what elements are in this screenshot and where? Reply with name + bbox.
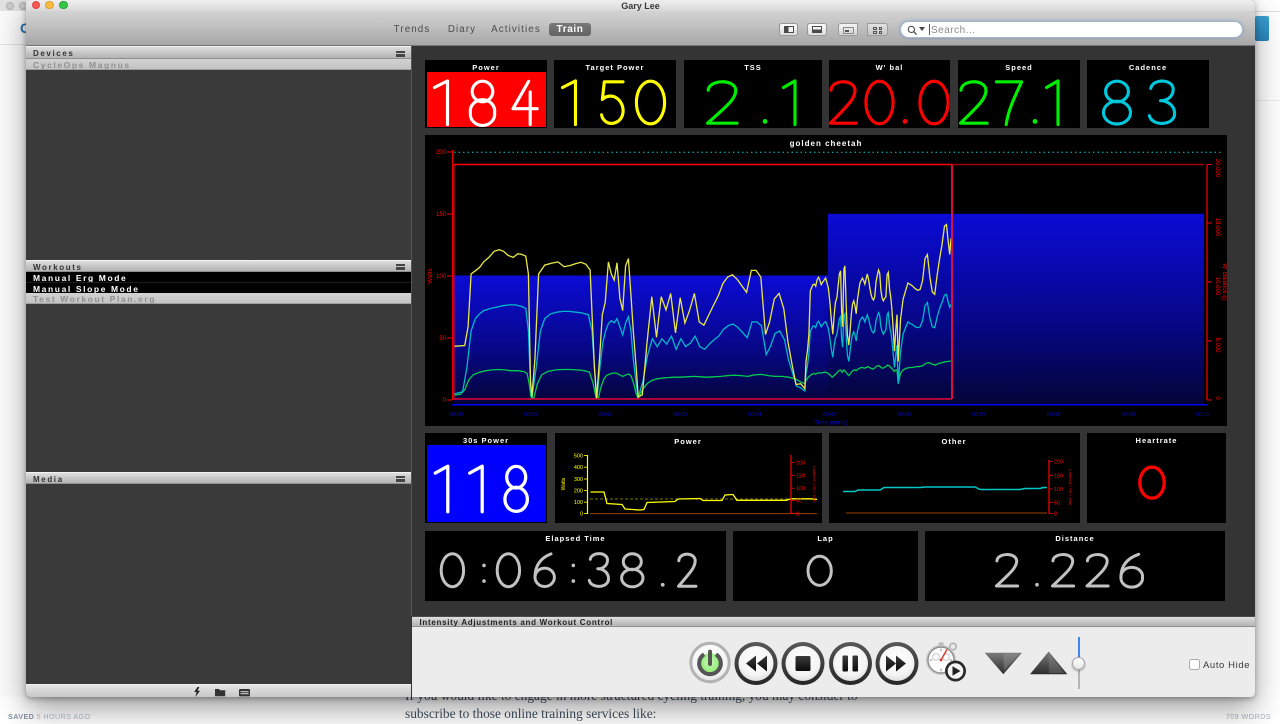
- svg-text:200: 200: [436, 150, 447, 156]
- svg-text:10,000: 10,000: [1214, 277, 1220, 296]
- svg-text:00:01: 00:01: [524, 412, 538, 418]
- svg-text:00:03: 00:03: [673, 412, 687, 418]
- svg-text:100: 100: [436, 274, 447, 280]
- svg-text:50: 50: [796, 498, 802, 504]
- svg-text:Watts: Watts: [561, 477, 567, 490]
- svg-text:00:05: 00:05: [823, 412, 837, 418]
- svg-text:200: 200: [796, 460, 805, 466]
- svg-text:50: 50: [1054, 500, 1060, 506]
- svg-text:100: 100: [573, 500, 582, 506]
- svg-text:150: 150: [436, 212, 447, 218]
- svg-text:00:02: 00:02: [599, 412, 613, 418]
- svg-text:0: 0: [796, 511, 799, 517]
- svg-text:00:04: 00:04: [748, 412, 762, 418]
- svg-text:300: 300: [573, 477, 582, 483]
- svg-text:20,000: 20,000: [1214, 159, 1220, 178]
- svg-text:200: 200: [1054, 460, 1063, 466]
- svg-text:00:08: 00:08: [1047, 412, 1061, 418]
- svg-text:Power: Power: [674, 437, 702, 446]
- svg-text:golden cheetah: golden cheetah: [790, 139, 863, 148]
- svg-text:150: 150: [1054, 473, 1063, 479]
- svg-text:W' Balance (j): W' Balance (j): [1221, 263, 1227, 300]
- svg-text:150: 150: [796, 473, 805, 479]
- svg-text:0: 0: [1054, 512, 1057, 518]
- svg-text:00:00: 00:00: [449, 412, 463, 418]
- svg-text:Time (mins): Time (mins): [814, 420, 848, 427]
- svg-text:00:06: 00:06: [897, 412, 911, 418]
- svg-text:00:10: 00:10: [1196, 412, 1210, 418]
- svg-text:50: 50: [439, 336, 446, 342]
- svg-text:0: 0: [579, 512, 582, 518]
- svg-text:500: 500: [573, 454, 582, 460]
- svg-text:100: 100: [796, 486, 805, 492]
- svg-text:15,000: 15,000: [1214, 218, 1220, 237]
- svg-text:400: 400: [573, 465, 582, 471]
- svg-text:00:07: 00:07: [972, 412, 986, 418]
- svg-text:Other: Other: [941, 437, 966, 446]
- svg-text:Cadence / HR / Watt: Cadence / HR / Watt: [1068, 469, 1073, 506]
- svg-text:100: 100: [1054, 487, 1063, 493]
- svg-text:Cadence / HR / Watt: Cadence / HR / Watt: [812, 466, 817, 503]
- svg-text:Watts: Watts: [428, 268, 434, 283]
- svg-text:00:09: 00:09: [1121, 412, 1135, 418]
- svg-text:200: 200: [573, 489, 582, 495]
- svg-text:5,000: 5,000: [1214, 337, 1220, 353]
